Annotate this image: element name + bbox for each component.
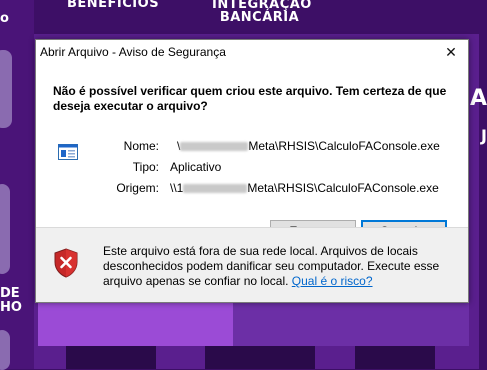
redacted-segment (180, 142, 249, 152)
dialog-titlebar[interactable]: Abrir Arquivo - Aviso de Segurança ✕ (36, 40, 468, 64)
side-label-line2: HO (0, 300, 22, 315)
close-icon: ✕ (445, 43, 457, 60)
name-value: \ Meta\RHSIS\CalculoFAConsole.exe (177, 139, 440, 153)
background-glyph: A (469, 86, 487, 111)
name-label: Nome: (123, 139, 159, 153)
background-panel (38, 296, 233, 346)
background-card (66, 346, 156, 369)
background-tile (0, 50, 12, 128)
dialog-title: Abrir Arquivo - Aviso de Segurança (40, 45, 226, 59)
background-panel (233, 296, 469, 346)
background-card (205, 346, 315, 369)
type-label: Tipo: (132, 160, 159, 174)
close-button[interactable]: ✕ (434, 40, 468, 64)
redacted-segment (183, 184, 248, 194)
type-value: Aplicativo (170, 160, 222, 174)
shield-error-icon (54, 248, 78, 278)
origin-value: \\1 Meta\RHSIS\CalculoFAConsole.exe (170, 181, 439, 195)
background-card (355, 346, 435, 369)
background-tile (0, 184, 10, 274)
side-label: DE HO (0, 287, 22, 315)
side-label: o (0, 11, 9, 26)
background-glyph: J (481, 126, 487, 145)
footer-warning-text: Este arquivo está fora de sua rede local… (103, 244, 440, 288)
nav-item-beneficios[interactable]: BENEFÍCIOS (67, 0, 159, 10)
dialog-footer: Este arquivo está fora de sua rede local… (36, 228, 468, 302)
background-tile (0, 330, 10, 370)
nav-item-integracao-bancaria[interactable]: INTEGRAÇÃO BANCÁRIA (212, 0, 311, 25)
nav-label-line2: BANCÁRIA (219, 10, 300, 25)
dialog-body: Não é possível verificar quem criou este… (36, 64, 468, 241)
side-label-line1: DE (0, 286, 20, 301)
warning-heading: Não é possível verificar quem criou este… (53, 84, 447, 113)
origin-label: Origem: (116, 181, 159, 195)
security-warning-dialog: Abrir Arquivo - Aviso de Segurança ✕ Não… (35, 39, 469, 303)
risk-link[interactable]: Qual é o risco? (292, 274, 373, 288)
